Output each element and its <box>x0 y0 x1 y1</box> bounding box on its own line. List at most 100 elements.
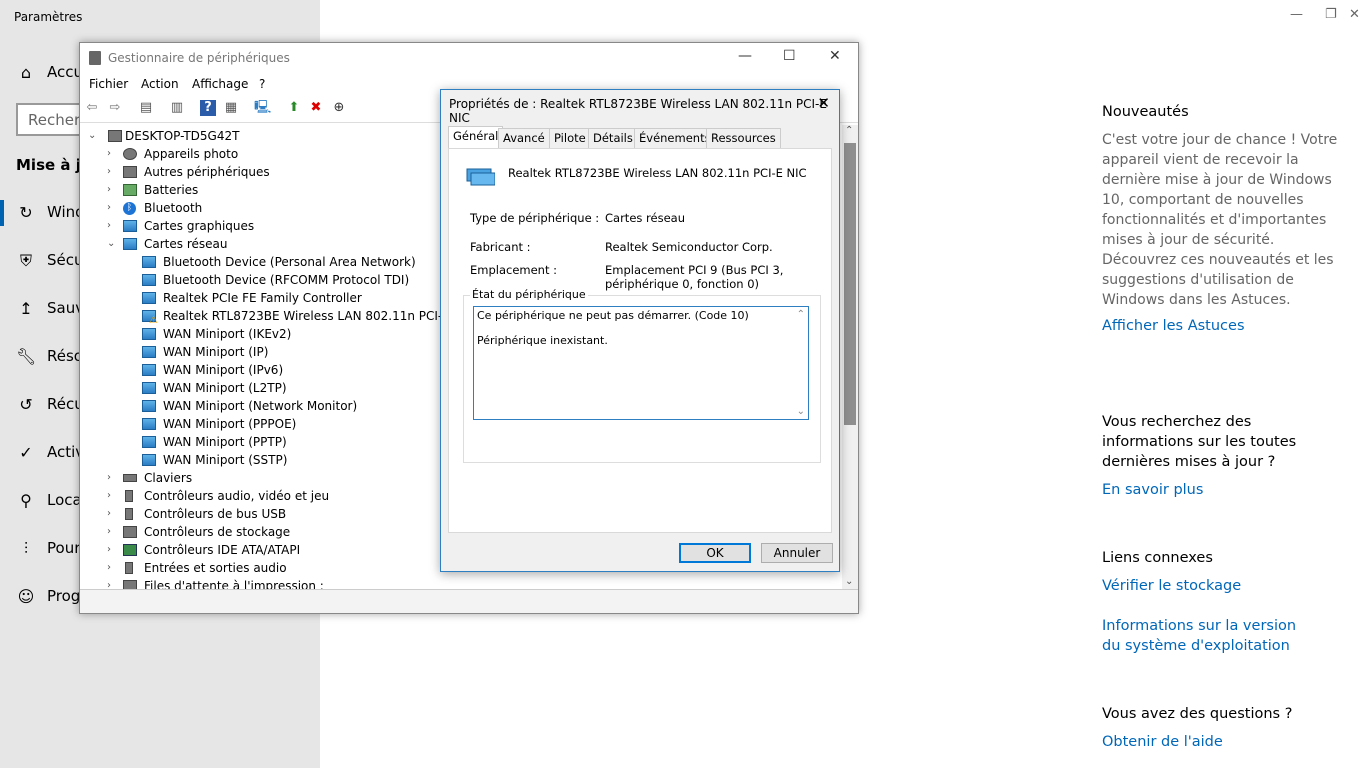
tree-root-label: DESKTOP-TD5G42T <box>125 129 240 143</box>
network-adapter-icon <box>142 382 156 394</box>
restore-icon[interactable]: ❐ <box>1325 7 1337 22</box>
tree-device-label: Realtek RTL8723BE Wireless LAN 802.11n P… <box>163 309 475 323</box>
menu-view[interactable]: Affichage <box>192 77 248 91</box>
tab-resources[interactable]: Ressources <box>706 128 781 148</box>
close-icon[interactable]: ✕ <box>817 94 830 112</box>
tree-scrollbar[interactable]: ⌃ ⌄ <box>842 125 858 589</box>
type-value: Cartes réseau <box>605 211 685 225</box>
scrollbar-thumb[interactable] <box>844 143 856 425</box>
menu-help[interactable]: ? <box>259 77 265 91</box>
nav-item-label: Prog <box>47 587 81 605</box>
scroll-down-icon[interactable]: ⌄ <box>845 576 853 587</box>
type-label: Type de périphérique : <box>470 211 600 225</box>
back-icon[interactable]: ⇦ <box>84 100 100 116</box>
learn-more-link[interactable]: En savoir plus <box>1102 480 1352 500</box>
properties-icon[interactable]: ▤ <box>138 100 154 116</box>
device-manager-icon <box>89 51 101 65</box>
tree-device-label: Realtek PCIe FE Family Controller <box>163 291 362 305</box>
tree-category-label: Cartes réseau <box>144 237 228 251</box>
check-circle-icon: ✓ <box>19 443 33 462</box>
check-storage-link[interactable]: Vérifier le stockage <box>1102 576 1352 596</box>
tree-device-label: WAN Miniport (PPPOE) <box>163 417 297 431</box>
tab-advanced[interactable]: Avancé <box>498 128 550 148</box>
chevron-right-icon[interactable]: › <box>107 505 119 523</box>
menu-action[interactable]: Action <box>141 77 179 91</box>
chevron-right-icon[interactable]: › <box>107 181 119 199</box>
chevron-right-icon[interactable]: › <box>107 541 119 559</box>
chevron-right-icon[interactable]: › <box>107 577 119 589</box>
uninstall-icon[interactable]: ✖ <box>308 100 324 116</box>
tree-device-label: Bluetooth Device (RFCOMM Protocol TDI) <box>163 273 410 287</box>
status-line-1: Ce périphérique ne peut pas démarrer. (C… <box>477 309 749 322</box>
computer-icon <box>108 130 122 142</box>
unknown-device-icon <box>123 166 137 178</box>
network-adapter-icon <box>142 454 156 466</box>
tree-category-label: Entrées et sorties audio <box>144 561 287 575</box>
chevron-right-icon[interactable]: › <box>107 217 119 235</box>
network-adapter-icon <box>123 238 137 250</box>
scroll-up-icon[interactable]: ⌃ <box>845 125 853 136</box>
location-label: Emplacement : <box>470 263 558 277</box>
view-icon[interactable]: ▦ <box>223 100 239 116</box>
chevron-right-icon[interactable]: › <box>107 469 119 487</box>
chevron-right-icon[interactable]: › <box>107 199 119 217</box>
network-adapter-icon <box>142 328 156 340</box>
os-info-link[interactable]: Informations sur la version du système d… <box>1102 616 1312 656</box>
get-help-link[interactable]: Obtenir de l'aide <box>1102 732 1352 752</box>
settings-window-title: Paramètres <box>14 10 83 24</box>
cancel-button[interactable]: Annuler <box>761 543 833 563</box>
tree-category-label: Contrôleurs de stockage <box>144 525 291 539</box>
update-driver-icon[interactable]: ⬆ <box>286 100 302 116</box>
camera-icon <box>123 148 137 160</box>
printer-icon <box>123 580 137 589</box>
chevron-right-icon[interactable]: › <box>107 145 119 163</box>
device-status-label: État du périphérique <box>470 288 588 301</box>
network-adapter-icon <box>466 168 495 186</box>
refresh-icon: ↻ <box>19 203 33 222</box>
tree-category-label: Contrôleurs IDE ATA/ATAPI <box>144 543 301 557</box>
close-icon[interactable]: ✕ <box>1349 7 1360 22</box>
audio-io-icon <box>125 562 133 574</box>
chevron-down-icon[interactable]: ⌄ <box>107 235 119 253</box>
tree-category-label: Appareils photo <box>144 147 239 161</box>
tips-link[interactable]: Afficher les Astuces <box>1102 316 1352 336</box>
chevron-right-icon[interactable]: › <box>107 523 119 541</box>
tab-general[interactable]: Général <box>448 126 504 148</box>
shield-icon: ⛨ <box>19 251 32 270</box>
chevron-right-icon[interactable]: › <box>107 559 119 577</box>
device-status-group: État du périphérique Ce périphérique ne … <box>463 288 821 463</box>
help-icon[interactable]: ? <box>200 100 216 116</box>
disable-icon[interactable]: ⊕ <box>331 100 347 116</box>
ok-button[interactable]: OK <box>679 543 751 563</box>
forward-icon[interactable]: ⇨ <box>107 100 123 116</box>
speaker-icon <box>125 490 133 502</box>
network-adapter-icon <box>142 256 156 268</box>
chevron-down-icon[interactable]: ⌄ <box>88 127 100 145</box>
scan-hardware-icon[interactable]: 🖳︎ <box>254 100 271 116</box>
device-status-textbox[interactable]: Ce périphérique ne peut pas démarrer. (C… <box>473 306 809 420</box>
close-icon[interactable]: ✕ <box>829 48 841 64</box>
tab-driver[interactable]: Pilote <box>549 128 591 148</box>
chevron-right-icon[interactable]: › <box>107 163 119 181</box>
smiley-icon: ☺ <box>17 587 35 606</box>
maximize-icon[interactable]: ☐ <box>783 48 796 64</box>
list-icon[interactable]: ▥ <box>169 100 185 116</box>
maker-label: Fabricant : <box>470 240 531 254</box>
minimize-icon[interactable]: — <box>738 48 752 64</box>
tab-details[interactable]: Détails <box>588 128 638 148</box>
tab-events[interactable]: Événements <box>634 128 716 148</box>
network-adapter-icon <box>142 418 156 430</box>
nav-item-label: Réso <box>47 347 83 365</box>
chevron-right-icon[interactable]: › <box>107 487 119 505</box>
tree-category-label: Cartes graphiques <box>144 219 255 233</box>
properties-dialog: Propriétés de : Realtek RTL8723BE Wirele… <box>440 89 840 572</box>
sliders-icon: ⫶ <box>23 539 28 558</box>
tree-category-label: Batteries <box>144 183 199 197</box>
scroll-up-icon[interactable]: ⌃ <box>797 309 805 320</box>
tree-category-label: Files d'attente à l'impression : <box>144 579 324 589</box>
minimize-icon[interactable]: — <box>1290 7 1303 22</box>
scroll-down-icon[interactable]: ⌄ <box>797 406 805 417</box>
menu-file[interactable]: Fichier <box>89 77 128 91</box>
nav-item-label: Pour <box>47 539 81 557</box>
tree-device-label: WAN Miniport (L2TP) <box>163 381 287 395</box>
